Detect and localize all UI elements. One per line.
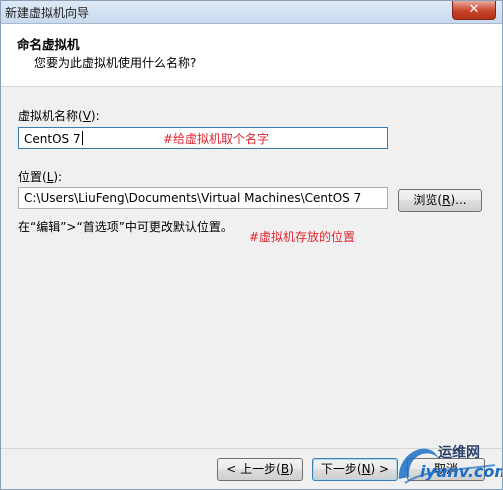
vm-name-label-accesskey: V bbox=[82, 109, 91, 123]
location-value: C:\Users\LiuFeng\Documents\Virtual Machi… bbox=[24, 191, 362, 205]
close-icon: ✕ bbox=[468, 2, 480, 17]
close-button[interactable]: ✕ bbox=[452, 1, 496, 20]
site-watermark: 运维网 iyunv.com bbox=[395, 439, 503, 487]
next-label-suffix: ) > bbox=[370, 462, 390, 476]
vm-name-label-text: 虚拟机名称( bbox=[18, 109, 83, 123]
back-label: < 上一步( bbox=[226, 462, 281, 476]
wizard-header: 命名虚拟机 您要为此虚拟机使用什么名称? bbox=[1, 24, 502, 87]
new-vm-wizard-dialog: 新建虚拟机向导 ✕ 命名虚拟机 您要为此虚拟机使用什么名称? 虚拟机名称(V):… bbox=[0, 0, 503, 490]
location-label-suffix: ): bbox=[53, 170, 63, 184]
watermark-text: 运维网 bbox=[438, 445, 480, 461]
next-button[interactable]: 下一步(N) > bbox=[312, 458, 398, 481]
window-title: 新建虚拟机向导 bbox=[5, 6, 90, 20]
location-label: 位置(L): bbox=[18, 168, 62, 185]
back-label-suffix: ) bbox=[289, 462, 294, 476]
vm-name-label-suffix: ): bbox=[90, 109, 100, 123]
watermark-url: iyunv.com bbox=[420, 462, 503, 481]
location-input[interactable]: C:\Users\LiuFeng\Documents\Virtual Machi… bbox=[18, 187, 388, 209]
next-accesskey: N bbox=[361, 462, 371, 476]
default-location-hint: 在“编辑”>“首选项”中可更改默认位置。 bbox=[18, 220, 233, 234]
text-caret bbox=[81, 131, 83, 145]
browse-label: 浏览( bbox=[413, 193, 443, 207]
location-annotation: #虚拟机存放的位置 bbox=[249, 230, 356, 244]
page-title: 命名虚拟机 bbox=[17, 37, 80, 52]
back-button[interactable]: < 上一步(B) bbox=[217, 458, 303, 481]
title-bar[interactable]: 新建虚拟机向导 ✕ bbox=[1, 1, 502, 24]
next-label: 下一步( bbox=[320, 462, 362, 476]
browse-button[interactable]: 浏览(R)... bbox=[398, 189, 482, 212]
vm-name-value: CentOS 7 bbox=[24, 132, 81, 146]
vm-name-label: 虚拟机名称(V): bbox=[18, 107, 100, 124]
page-subtitle: 您要为此虚拟机使用什么名称? bbox=[34, 56, 197, 70]
vm-name-annotation: #给虚拟机取个名字 bbox=[163, 132, 270, 146]
back-accesskey: B bbox=[280, 462, 290, 476]
browse-label-suffix: )... bbox=[450, 193, 467, 207]
location-label-text: 位置( bbox=[18, 170, 47, 184]
